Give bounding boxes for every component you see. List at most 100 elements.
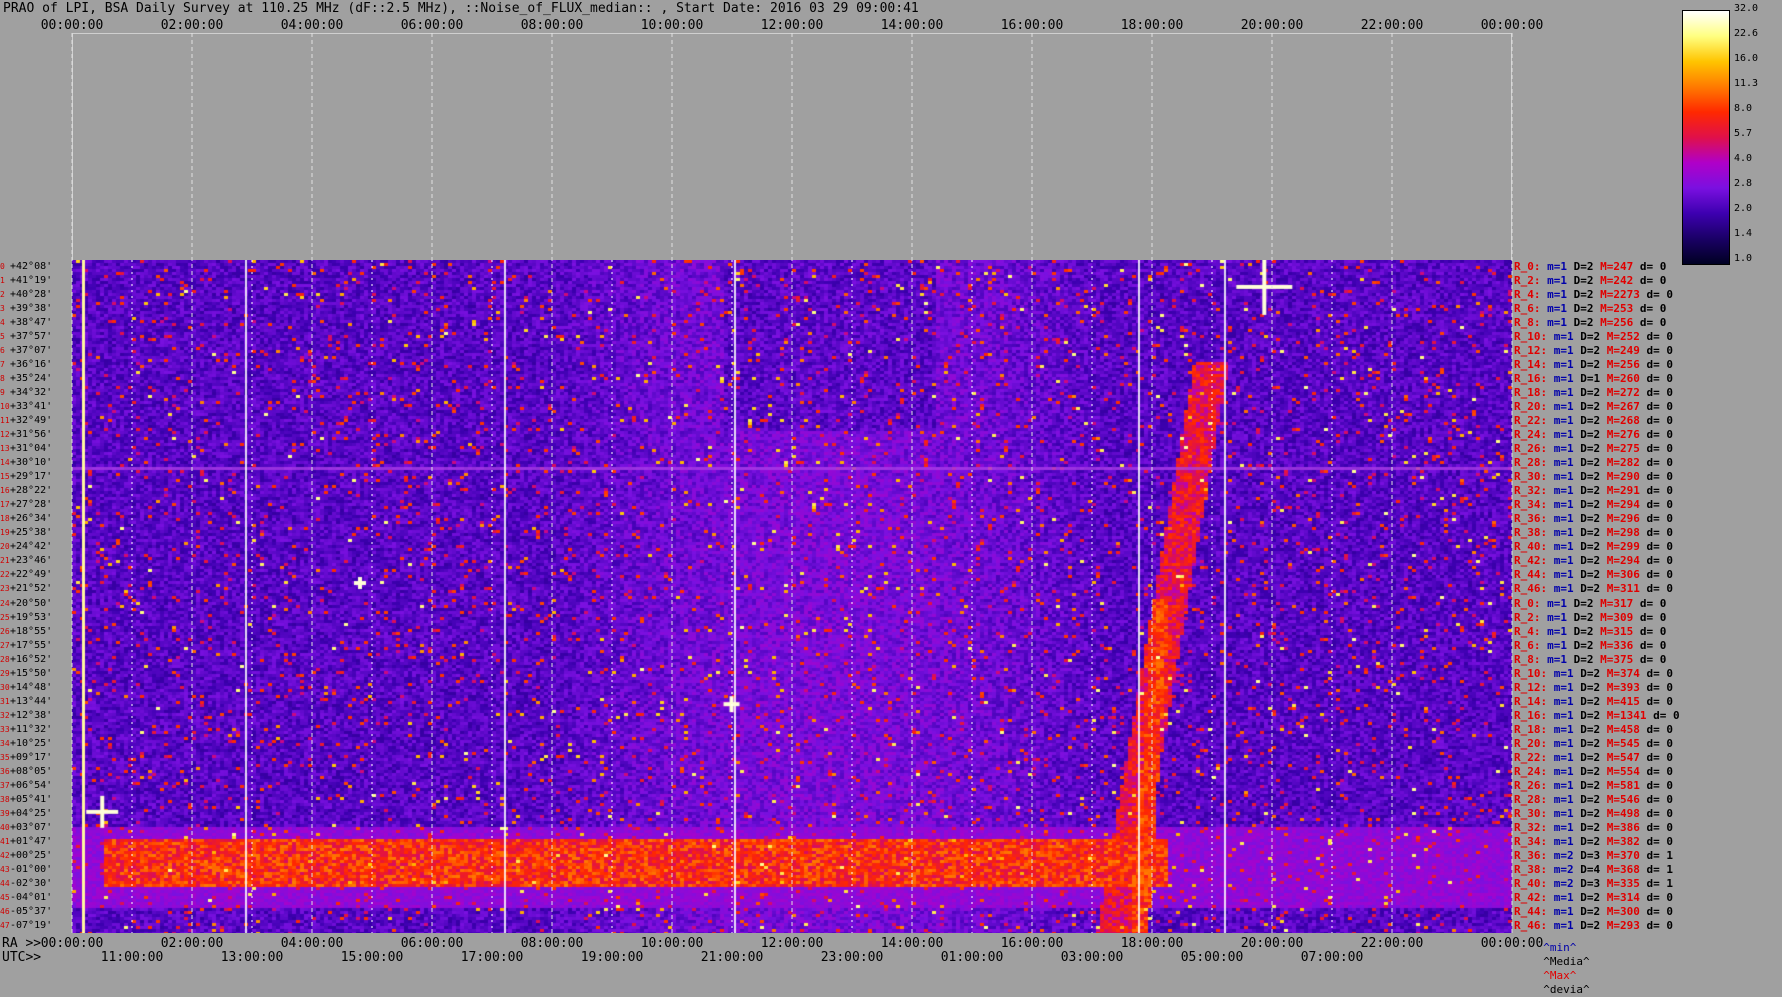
stat-md: D=2: [1580, 344, 1607, 358]
row-index: 13: [0, 444, 10, 454]
stat-dv: d= 0: [1646, 470, 1680, 484]
top-time-tick: 08:00:00: [520, 18, 584, 33]
colorbar: [1682, 10, 1730, 265]
declination-label: 24+20°50': [0, 597, 72, 611]
row-stat: R_26: m=1 D=2 M=275 d= 0: [1514, 442, 1680, 456]
stat-md: D=2: [1580, 498, 1607, 512]
stat-md: D=2: [1580, 680, 1607, 694]
stat-rn: R_26:: [1514, 778, 1554, 792]
row-index: 43: [0, 864, 10, 874]
declination-value: +14°48': [10, 681, 53, 693]
stat-mn: m=1: [1553, 344, 1581, 358]
stat-rn: R_20:: [1514, 736, 1554, 750]
stat-mn: m=1: [1553, 442, 1581, 456]
stat-rn: R_10:: [1514, 666, 1554, 680]
row-stat: R_0: m=1 D=2 M=247 d= 0: [1514, 260, 1673, 274]
stat-dv: d= 1: [1646, 876, 1680, 890]
declination-value: +03°07': [10, 821, 53, 833]
stat-mx: M=299: [1606, 540, 1647, 554]
row-stat: R_32: m=1 D=2 M=386 d= 0: [1514, 821, 1680, 835]
stat-rn: R_42:: [1514, 554, 1554, 568]
stat-dv: d= 0: [1646, 792, 1680, 806]
stat-md: D=2: [1580, 470, 1607, 484]
declination-value: +37°57': [10, 331, 53, 343]
stat-dv: d= 0: [1639, 652, 1673, 666]
stat-rn: R_12:: [1514, 680, 1554, 694]
stat-mx: M=267: [1606, 400, 1647, 414]
row-index: 36: [0, 766, 10, 776]
stat-mx: M=415: [1606, 694, 1647, 708]
stat-mn: m=1: [1553, 890, 1581, 904]
row-index: 25: [0, 612, 10, 622]
row-index: 12: [0, 430, 10, 440]
declination-value: -07°19': [10, 919, 53, 931]
stat-md: D=2: [1573, 610, 1601, 624]
declination-label: 2 +40°28': [0, 288, 72, 302]
stat-mx: M=298: [1606, 526, 1647, 540]
stat-mn: m=1: [1547, 274, 1574, 288]
row-index: 14: [0, 458, 10, 468]
stat-rn: R_40:: [1514, 876, 1554, 890]
row-index: 33: [0, 724, 10, 734]
stat-md: D=2: [1580, 554, 1607, 568]
row-index: 15: [0, 472, 10, 482]
stat-mx: M=554: [1606, 764, 1647, 778]
legend-dev: ^devia^: [1543, 983, 1590, 996]
stat-rn: R_4:: [1514, 624, 1548, 638]
stat-rn: R_22:: [1514, 750, 1554, 764]
stat-mn: m=1: [1553, 666, 1581, 680]
row-stat: R_4: m=1 D=2 M=315 d= 0: [1514, 625, 1673, 639]
stat-md: D=3: [1580, 876, 1607, 890]
declination-value: +06°54': [10, 779, 53, 791]
stat-rn: R_36:: [1514, 512, 1554, 526]
stat-rn: R_24:: [1514, 428, 1554, 442]
stat-dv: d= 0: [1639, 316, 1673, 330]
stat-md: D=2: [1580, 890, 1607, 904]
stat-dv: d= 0: [1646, 372, 1680, 386]
declination-label: 11+32°49': [0, 414, 72, 428]
declination-label: 44-02°30': [0, 877, 72, 891]
stat-mn: m=1: [1553, 400, 1581, 414]
top-time-tick: 16:00:00: [1000, 18, 1064, 33]
stat-md: D=3: [1580, 848, 1607, 862]
stat-mn: m=1: [1553, 736, 1581, 750]
stat-md: D=1: [1580, 372, 1607, 386]
stat-dv: d= 0: [1646, 568, 1680, 582]
stat-mx: M=368: [1606, 862, 1647, 876]
stat-mn: m=1: [1553, 750, 1581, 764]
declination-value: +19°53': [10, 611, 53, 623]
stat-mx: M=458: [1606, 722, 1647, 736]
stat-dv: d= 0: [1646, 358, 1680, 372]
declination-label: 15+29°17': [0, 470, 72, 484]
row-index: 4: [0, 318, 5, 328]
declination-label: 14+30°10': [0, 456, 72, 470]
stat-mn: m=1: [1553, 694, 1581, 708]
stat-rn: R_32:: [1514, 484, 1554, 498]
stat-dv: d= 0: [1646, 736, 1680, 750]
row-stat: R_20: m=1 D=2 M=267 d= 0: [1514, 400, 1680, 414]
row-index: 20: [0, 542, 10, 552]
row-index: 1: [0, 276, 5, 286]
row-stat: R_12: m=1 D=2 M=249 d= 0: [1514, 344, 1680, 358]
declination-value: +18°55': [10, 625, 53, 637]
stat-rn: R_16:: [1514, 708, 1554, 722]
stat-mx: M=546: [1606, 792, 1647, 806]
stat-mx: M=293: [1606, 918, 1647, 932]
declination-label: 40+03°07': [0, 821, 72, 835]
stat-rn: R_6:: [1514, 638, 1548, 652]
declination-value: +08°05': [10, 765, 53, 777]
stat-mx: M=253: [1600, 302, 1640, 316]
row-index: 5: [0, 332, 5, 342]
stat-md: D=4: [1580, 862, 1607, 876]
declination-value: +10°25': [10, 737, 53, 749]
row-stat: R_40: m=1 D=2 M=299 d= 0: [1514, 540, 1680, 554]
colorbar-label: 2.0: [1734, 203, 1753, 214]
declination-value: +29°17': [10, 471, 53, 483]
row-index: 30: [0, 682, 10, 692]
declination-label: 30+14°48': [0, 681, 72, 695]
colorbar-label: 32.0: [1734, 3, 1759, 14]
row-stat: R_4: m=1 D=2 M=2273 d= 0: [1514, 288, 1680, 302]
declination-label: 8 +35°24': [0, 372, 72, 386]
declination-label: 13+31°04': [0, 442, 72, 456]
row-stat: R_46: m=1 D=2 M=311 d= 0: [1514, 582, 1680, 596]
